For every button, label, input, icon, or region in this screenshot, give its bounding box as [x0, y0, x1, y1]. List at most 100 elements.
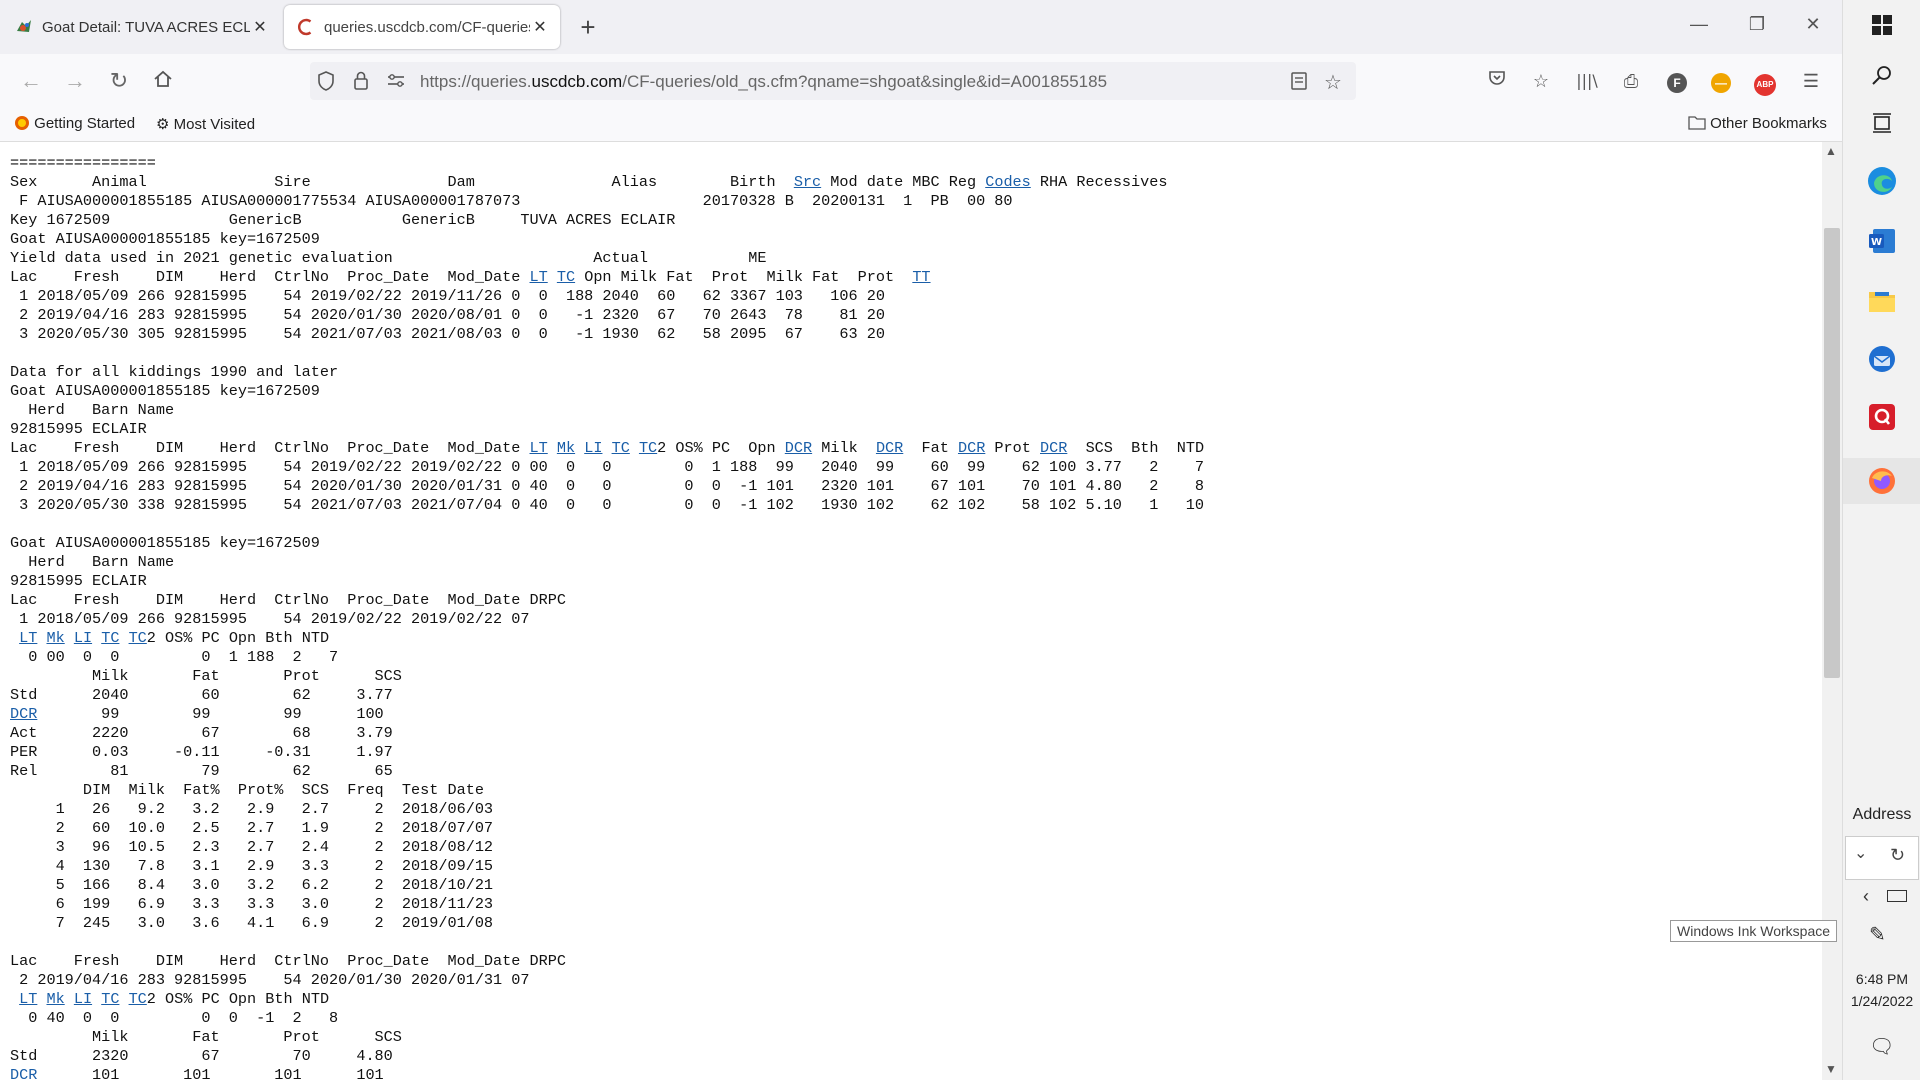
test-row: 1 26 9.2 3.2 2.9 2.7 2 2018/06/03: [10, 800, 494, 818]
system-clock[interactable]: 6:48 PM 1/24/2022: [1843, 968, 1920, 1012]
notification-icon[interactable]: 🗨: [1869, 1034, 1894, 1059]
tt-link[interactable]: TT: [912, 268, 930, 286]
lt-link[interactable]: LT: [530, 268, 548, 286]
close-tab-icon[interactable]: ✕: [250, 17, 270, 37]
id-header: Sex Animal Sire Dam Alias Birth: [10, 173, 794, 191]
extension-minus-icon[interactable]: —: [1708, 68, 1734, 94]
shield-icon[interactable]: [316, 70, 336, 97]
dcr-link[interactable]: DCR: [1040, 439, 1067, 457]
dcr-link[interactable]: DCR: [958, 439, 985, 457]
tab-bar: Goat Detail: TUVA ACRES ECLAI ✕ queries.…: [0, 0, 1842, 54]
back-button[interactable]: ←: [16, 68, 46, 94]
account-icon[interactable]: F: [1664, 68, 1690, 94]
tc2-link[interactable]: TC: [129, 990, 147, 1008]
show-hidden-icons-icon[interactable]: ‹: [1863, 886, 1869, 907]
bookmark-label: Getting Started: [34, 115, 136, 132]
mk-link[interactable]: Mk: [46, 629, 64, 647]
adblock-plus-icon[interactable]: ABP: [1752, 68, 1778, 96]
goat-key-line: Goat AIUSA000001855185 key=1672509: [10, 382, 320, 400]
dcr-link[interactable]: DCR: [10, 705, 37, 723]
file-explorer-icon[interactable]: [1863, 282, 1901, 320]
new-tab-button[interactable]: +: [576, 12, 600, 42]
lt-link[interactable]: LT: [19, 990, 37, 1008]
mk-link[interactable]: Mk: [46, 990, 64, 1008]
herd-row: 92815995 ECLAIR: [10, 420, 147, 438]
task-view-icon[interactable]: [1863, 104, 1901, 142]
permissions-icon[interactable]: [386, 70, 406, 97]
kid-header-end: SCS Bth NTD: [1067, 439, 1205, 457]
tab-queries[interactable]: queries.uscdcb.com/CF-queries/ ✕: [284, 5, 560, 49]
tc-link[interactable]: TC: [612, 439, 630, 457]
component-header: Milk Fat Prot SCS: [10, 1028, 402, 1046]
tc-link[interactable]: TC: [557, 268, 575, 286]
favorites-star-icon[interactable]: ☆: [1528, 68, 1554, 94]
menu-icon[interactable]: ☰: [1798, 68, 1824, 94]
component-header: Milk Fat Prot SCS: [10, 667, 402, 685]
page-content: ================ Sex Animal Sire Dam Ali…: [0, 142, 1822, 1080]
pen-icon[interactable]: ✎: [1869, 922, 1886, 947]
mk-link[interactable]: Mk: [557, 439, 575, 457]
tab-title: Goat Detail: TUVA ACRES ECLAI: [42, 18, 250, 36]
print-icon[interactable]: ⎙: [1618, 68, 1644, 94]
reload-button[interactable]: ↻: [104, 68, 134, 94]
url-domain: uscdcb.com: [531, 72, 623, 91]
restore-button[interactable]: ❐: [1742, 14, 1772, 35]
close-window-button[interactable]: ✕: [1798, 14, 1828, 35]
bookmark-star-icon[interactable]: ☆: [1324, 70, 1342, 95]
li-link[interactable]: LI: [74, 990, 92, 1008]
library-icon[interactable]: |||\: [1574, 68, 1600, 94]
gear-icon: ⚙: [156, 116, 170, 133]
dcr-link[interactable]: DCR: [785, 439, 812, 457]
bookmark-getting-started[interactable]: Getting Started: [14, 115, 135, 132]
scrollbar-thumb[interactable]: [1824, 228, 1840, 678]
home-button[interactable]: [148, 68, 178, 96]
chevron-down-icon[interactable]: ⌄: [1854, 843, 1867, 863]
herd-row: 92815995 ECLAIR: [10, 572, 147, 590]
scroll-down-icon[interactable]: ▼: [1825, 1062, 1837, 1076]
pocket-icon[interactable]: [1484, 68, 1510, 94]
tc-link[interactable]: TC: [101, 990, 119, 1008]
bookmark-most-visited[interactable]: ⚙ Most Visited: [156, 115, 255, 133]
minimize-button[interactable]: —: [1684, 14, 1714, 35]
dcr-link[interactable]: DCR: [10, 1066, 37, 1080]
bookmark-label: Other Bookmarks: [1710, 115, 1827, 132]
lt-link[interactable]: LT: [19, 629, 37, 647]
reader-view-icon[interactable]: [1290, 70, 1308, 97]
tc2-link[interactable]: TC: [639, 439, 657, 457]
kiddings-title: Data for all kiddings 1990 and later: [10, 363, 339, 381]
clock-date: 1/24/2022: [1850, 993, 1914, 1009]
li-link[interactable]: LI: [584, 439, 602, 457]
tc2-link[interactable]: TC: [129, 629, 147, 647]
li-link[interactable]: LI: [74, 629, 92, 647]
codes-link[interactable]: Codes: [985, 173, 1031, 191]
windows-taskbar: W Address ⌄ ↻ ‹ ✎ 6:48 PM 1/24/2022 🗨: [1842, 0, 1920, 1080]
word-icon[interactable]: W: [1863, 222, 1901, 260]
id-header-2: Mod date MBC Reg: [821, 173, 986, 191]
tab-goat-detail[interactable]: Goat Detail: TUVA ACRES ECLAI ✕: [2, 5, 280, 49]
tc-link[interactable]: TC: [101, 629, 119, 647]
edge-icon[interactable]: [1863, 162, 1901, 200]
bookmark-other[interactable]: Other Bookmarks: [1688, 115, 1827, 132]
kid-header-fat: Fat: [903, 439, 958, 457]
firefox-small-icon: [15, 116, 29, 130]
lt-link[interactable]: LT: [530, 439, 548, 457]
refresh-icon[interactable]: ↻: [1890, 845, 1905, 866]
url-text[interactable]: https://queries.uscdcb.com/CF-queries/ol…: [420, 72, 1107, 92]
q-app-icon[interactable]: [1863, 398, 1901, 436]
src-link[interactable]: Src: [794, 173, 821, 191]
firefox-taskbar-icon[interactable]: [1843, 458, 1920, 504]
search-icon[interactable]: [1863, 56, 1901, 94]
lock-icon[interactable]: [352, 70, 370, 97]
thunderbird-icon[interactable]: [1863, 340, 1901, 378]
forward-button[interactable]: →: [60, 68, 90, 94]
id-header-3: RHA Recessives: [1030, 173, 1168, 191]
lactation-header: Lac Fresh DIM Herd CtrlNo Proc_Date Mod_…: [10, 591, 566, 609]
windows-start-icon[interactable]: [1863, 6, 1901, 44]
dcr-link[interactable]: DCR: [876, 439, 903, 457]
close-tab-icon[interactable]: ✕: [530, 17, 550, 37]
lactation-sub-row: 0 40 0 0 0 0 -1 2 8: [10, 1009, 339, 1027]
url-bar[interactable]: https://queries.uscdcb.com/CF-queries/ol…: [310, 62, 1356, 100]
battery-icon[interactable]: [1887, 890, 1907, 902]
scroll-up-icon[interactable]: ▲: [1825, 144, 1837, 158]
address-input[interactable]: ⌄ ↻: [1845, 836, 1919, 880]
